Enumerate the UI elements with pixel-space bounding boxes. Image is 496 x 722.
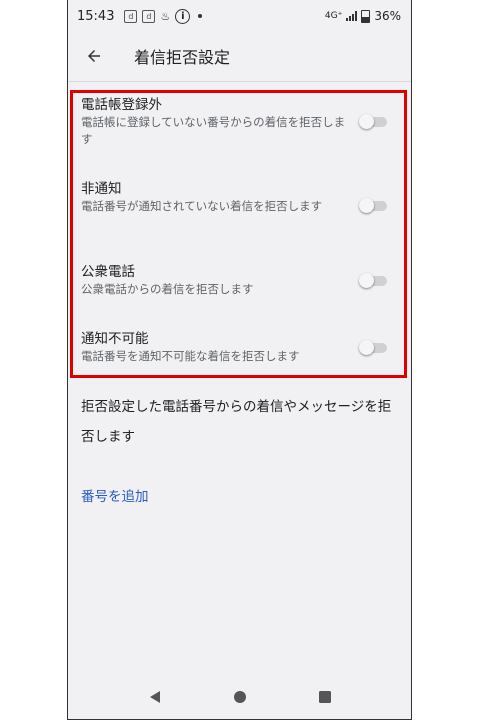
page-title: 着信拒否設定 (134, 48, 231, 67)
info-text: 拒否設定した電話番号からの着信やメッセージを拒否します (81, 399, 392, 445)
header-divider (68, 81, 411, 82)
navigation-bar (68, 675, 411, 719)
signal-icon (346, 11, 358, 21)
setting-title: 通知不可能 (81, 331, 149, 347)
status-right: 4G⁺ 36% (325, 0, 401, 32)
nav-home-button[interactable] (225, 682, 255, 712)
toggle-switch-payphone[interactable] (359, 273, 387, 288)
app-notification-icon: ♨ (160, 9, 171, 23)
add-number-link[interactable]: 番号を追加 (81, 485, 149, 505)
back-button[interactable] (74, 36, 114, 76)
battery-icon (361, 9, 371, 23)
setting-title: 電話帳登録外 (81, 97, 162, 113)
phone-screen: 15:43 d d ♨ i 4G⁺ 36% 着信拒否設定 電話帳登録外 電話帳に… (67, 0, 412, 720)
recents-square-icon (318, 691, 331, 703)
setting-description: 公衆電話からの着信を拒否します (81, 282, 254, 296)
toggle-switch-anonymous[interactable] (359, 198, 387, 213)
back-triangle-icon (149, 691, 160, 703)
setting-title: 非通知 (81, 181, 122, 197)
more-notifications-dot-icon (198, 14, 203, 18)
toggle-switch-unregistered[interactable] (359, 114, 387, 129)
status-bar: 15:43 d d ♨ i 4G⁺ 36% (68, 0, 411, 32)
setting-item-unavailable[interactable]: 通知不可能 電話番号を通知不可能な着信を拒否します (81, 330, 401, 365)
toggle-thumb (359, 340, 374, 355)
toggle-switch-unavailable[interactable] (359, 340, 387, 355)
setting-description: 電話番号が通知されていない着信を拒否します (81, 199, 323, 213)
docomo-notification-icon: d (142, 9, 156, 23)
home-circle-icon (233, 691, 246, 703)
app-bar: 着信拒否設定 (68, 32, 411, 80)
toggle-thumb (359, 273, 374, 288)
arrow-left-icon (88, 50, 100, 62)
info-icon: i (175, 8, 191, 24)
setting-item-unregistered[interactable]: 電話帳登録外 電話帳に登録していない番号からの着信を拒否します (81, 96, 401, 148)
setting-item-payphone[interactable]: 公衆電話 公衆電話からの着信を拒否します (81, 263, 401, 298)
battery-percent: 36% (374, 9, 401, 23)
setting-description: 電話番号を通知不可能な着信を拒否します (81, 349, 300, 363)
docomo-notification-icon: d (124, 9, 138, 23)
setting-description: 電話帳に登録していない番号からの着信を拒否します (81, 115, 346, 146)
toggle-thumb (359, 114, 374, 129)
nav-recents-button[interactable] (310, 682, 340, 712)
setting-item-anonymous[interactable]: 非通知 電話番号が通知されていない着信を拒否します (81, 180, 401, 215)
nav-back-button[interactable] (140, 682, 170, 712)
setting-title: 公衆電話 (81, 264, 135, 280)
notification-icons: d d ♨ i (124, 8, 203, 24)
status-time: 15:43 (77, 8, 115, 24)
toggle-thumb (359, 198, 374, 213)
network-type: 4G⁺ (324, 11, 343, 21)
